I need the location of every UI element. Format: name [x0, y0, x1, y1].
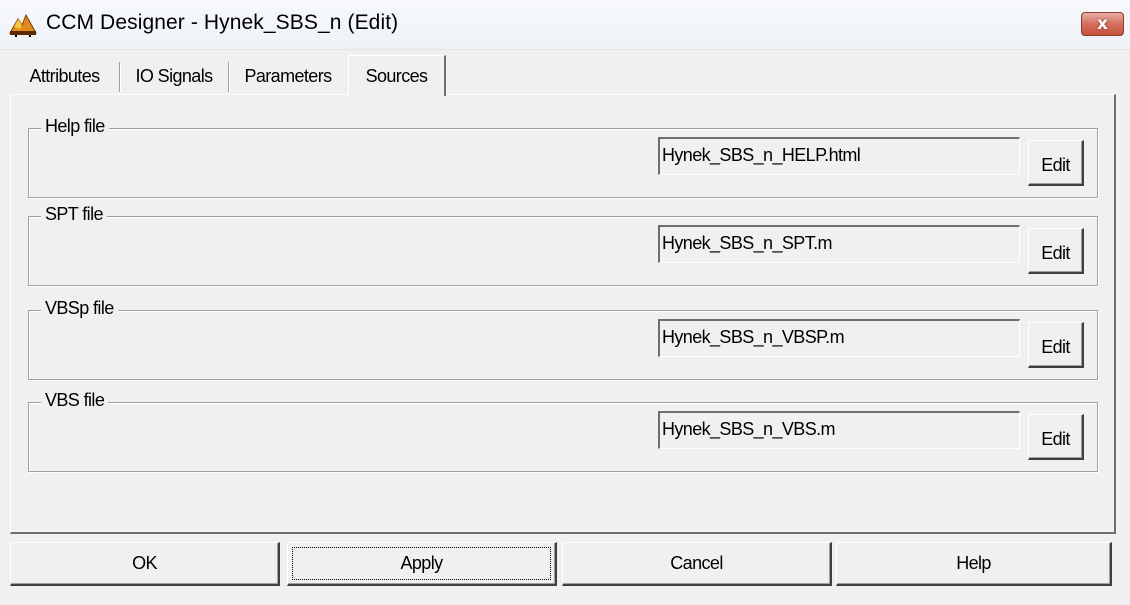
vbs-file-group: VBS file Hynek_SBS_n_VBS.m Edit: [28, 390, 1098, 472]
tab-separator: [228, 62, 230, 92]
cancel-button-label: Cancel: [670, 553, 723, 573]
tab-sources[interactable]: Sources: [348, 55, 446, 96]
apply-button[interactable]: Apply: [287, 542, 557, 586]
close-icon: x: [1097, 14, 1108, 34]
group-label: SPT file: [41, 204, 107, 225]
ok-button[interactable]: OK: [10, 542, 280, 586]
help-file-field[interactable]: Hynek_SBS_n_HELP.html: [658, 137, 1020, 175]
vbs-file-field[interactable]: Hynek_SBS_n_VBS.m: [658, 411, 1020, 449]
focus-ring: [292, 547, 551, 580]
tab-label: Parameters: [244, 65, 332, 86]
tab-label: Attributes: [29, 65, 100, 86]
group-label: Help file: [41, 116, 109, 137]
edit-vbs-file-button[interactable]: Edit: [1028, 414, 1084, 460]
tab-attributes[interactable]: Attributes: [11, 59, 118, 93]
vbsp-file-field[interactable]: Hynek_SBS_n_VBSP.m: [658, 319, 1020, 357]
help-button[interactable]: Help: [836, 542, 1112, 586]
tab-parameters[interactable]: Parameters: [232, 59, 344, 93]
cancel-button[interactable]: Cancel: [562, 542, 832, 586]
help-button-label: Help: [956, 553, 991, 573]
window-title: CCM Designer - Hynek_SBS_n (Edit): [46, 11, 399, 34]
spt-file-field[interactable]: Hynek_SBS_n_SPT.m: [658, 225, 1020, 263]
group-label: VBS file: [41, 390, 109, 411]
spt-file-group: SPT file Hynek_SBS_n_SPT.m Edit: [28, 204, 1098, 286]
group-label: VBSp file: [41, 298, 118, 319]
tab-label: IO Signals: [135, 65, 213, 86]
title-bar: CCM Designer - Hynek_SBS_n (Edit) x: [0, 0, 1130, 50]
help-file-group: Help file Hynek_SBS_n_HELP.html Edit: [28, 116, 1098, 198]
vbsp-file-group: VBSp file Hynek_SBS_n_VBSP.m Edit: [28, 298, 1098, 380]
app-icon: [9, 13, 37, 37]
tab-io-signals[interactable]: IO Signals: [122, 59, 226, 93]
edit-help-file-button[interactable]: Edit: [1028, 140, 1084, 186]
close-button[interactable]: x: [1081, 12, 1124, 36]
ok-button-label: OK: [132, 553, 157, 573]
tab-separator: [119, 62, 121, 92]
edit-spt-file-button[interactable]: Edit: [1028, 228, 1084, 274]
tab-label: Sources: [365, 65, 428, 86]
edit-vbsp-file-button[interactable]: Edit: [1028, 322, 1084, 368]
